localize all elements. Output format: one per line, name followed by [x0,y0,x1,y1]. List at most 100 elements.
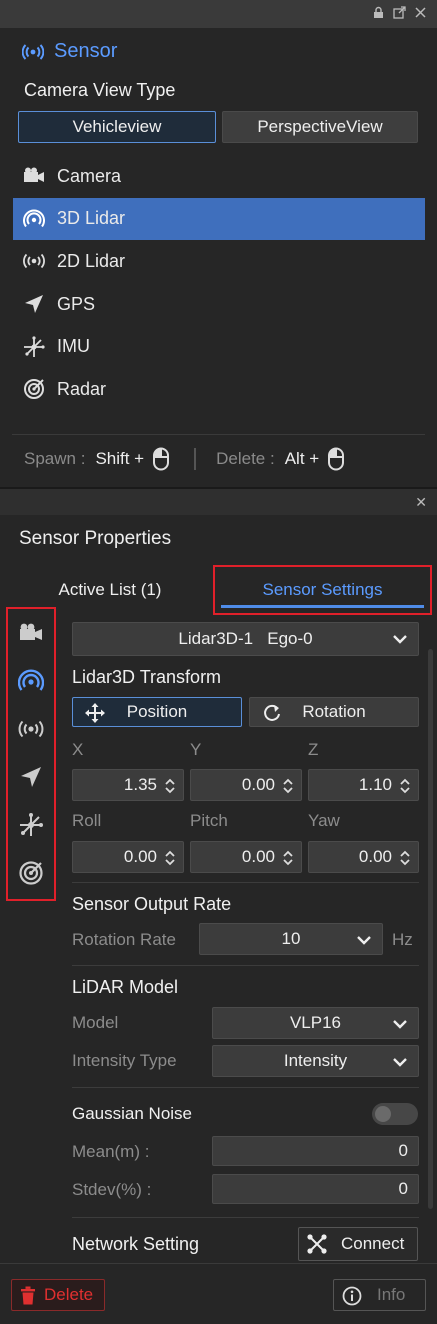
camera-view-type-label: Camera View Type [24,80,176,100]
intensity-type-dropdown[interactable]: Intensity [212,1045,419,1077]
output-rate-title: Sensor Output Rate [72,894,232,914]
info-button[interactable]: Info [333,1279,426,1311]
panel-title: Sensor Properties [19,528,172,549]
sensor-instance-dropdown[interactable]: Lidar3D-1 Ego-0 [72,622,419,656]
tab-underline [221,605,424,608]
sidebar-radar-icon[interactable] [8,857,54,889]
tab-sensor-settings[interactable]: Sensor Settings [213,565,432,615]
model-dropdown[interactable]: VLP16 [212,1007,419,1039]
chevron-down-icon [393,1020,407,1029]
gaussian-noise-title: Gaussian Noise [72,1104,193,1123]
sensor-item-label: Camera [57,165,122,186]
toggle-knob [375,1106,391,1122]
sensor-broadcast-icon [22,43,44,60]
chevron-down-icon [393,635,407,644]
stdev-value: 0 [398,1179,408,1198]
spinner-arrows-icon[interactable] [164,850,176,866]
lidar-model-title: LiDAR Model [72,977,179,997]
lock-icon[interactable] [372,6,385,19]
z-input[interactable]: 1.10 [308,769,419,801]
yaw-input[interactable]: 0.00 [308,841,419,873]
spinner-arrows-icon[interactable] [164,778,176,794]
rotation-button-label: Rotation [302,702,366,721]
sensor-item-label: 2D Lidar [57,250,126,271]
x-label: X [72,740,84,759]
panel-titlebar: ✕ [0,489,437,515]
network-setting-title: Network Setting [72,1234,200,1254]
mouse-left-click-icon [328,447,345,471]
delete-button[interactable]: Delete [11,1279,105,1311]
divider [72,882,419,883]
close-icon[interactable] [414,6,427,19]
pitch-label: Pitch [190,811,228,830]
panel-titlebar [0,0,437,28]
mouse-left-click-icon [153,447,170,471]
y-input[interactable]: 0.00 [190,769,302,801]
close-icon[interactable]: ✕ [415,494,427,511]
gaussian-noise-toggle[interactable] [372,1103,418,1125]
spinner-arrows-icon[interactable] [399,778,411,794]
y-label: Y [190,740,202,759]
rotation-rate-label: Rotation Rate [72,930,176,949]
rotation-rate-dropdown[interactable]: 10 [199,923,383,955]
popout-icon[interactable] [393,6,406,19]
sensor-item-imu[interactable]: IMU [13,325,425,368]
mean-value: 0 [398,1141,408,1160]
imu-icon [23,336,45,358]
perspectiveview-button[interactable]: PerspectiveView [222,111,418,143]
yaw-label: Yaw [308,811,340,830]
hz-unit: Hz [392,930,413,949]
sidebar-lidar-3d-icon[interactable] [8,665,54,697]
y-value: 0.00 [241,775,275,794]
rotation-button[interactable]: Rotation [249,697,419,727]
sidebar-camera-icon[interactable] [8,617,54,649]
spinner-arrows-icon[interactable] [282,850,294,866]
roll-input[interactable]: 0.00 [72,841,184,873]
shortcut-hints: Spawn : Shift + Delete : Alt + [24,447,345,471]
pitch-input[interactable]: 0.00 [190,841,302,873]
spawn-label: Spawn : [24,449,86,468]
scrollbar[interactable] [428,649,433,1209]
camera-icon [23,165,45,187]
stdev-input[interactable]: 0 [212,1174,419,1204]
sidebar-gps-icon[interactable] [8,761,54,793]
z-value: 1.10 [358,775,392,794]
lidar-2d-icon [23,250,45,272]
panel-title-text: Sensor [54,40,118,62]
sensor-item-2d-lidar[interactable]: 2D Lidar [13,240,425,283]
divider [0,1263,437,1264]
sensor-item-gps[interactable]: GPS [13,283,425,326]
info-button-label: Info [377,1285,406,1304]
position-button-label: Position [126,702,188,721]
sensor-item-radar[interactable]: Radar [13,368,425,411]
x-value: 1.35 [123,775,157,794]
network-nodes-icon [307,1234,327,1254]
yaw-value: 0.00 [358,847,392,866]
sidebar-imu-icon[interactable] [8,809,54,841]
connect-button[interactable]: Connect [298,1227,418,1261]
sensor-item-label: 3D Lidar [57,208,126,229]
sidebar-lidar-2d-icon[interactable] [8,713,54,745]
x-input[interactable]: 1.35 [72,769,184,801]
sensor-properties-panel: ✕ Sensor Properties Active List (1) Sens… [0,487,437,1324]
move-arrows-icon [85,703,105,723]
intensity-type-label: Intensity Type [72,1051,177,1070]
position-button[interactable]: Position [72,697,242,727]
dropdown-value: 10 [281,929,301,948]
divider [72,965,419,966]
delete-key: Alt + [284,449,320,468]
sensor-panel: Sensor Camera View Type Vehicleview Pers… [0,0,437,487]
spinner-arrows-icon[interactable] [399,850,411,866]
divider [72,1087,419,1088]
pitch-value: 0.00 [241,847,275,866]
sensor-item-3d-lidar[interactable]: 3D Lidar [13,197,425,241]
mean-input[interactable]: 0 [212,1136,419,1166]
roll-label: Roll [72,811,102,830]
panel-title: Sensor [22,40,117,63]
sensor-item-label: Radar [57,378,107,399]
delete-button-label: Delete [44,1285,94,1304]
sensor-item-camera[interactable]: Camera [13,155,425,198]
vehicleview-button[interactable]: Vehicleview [18,111,216,143]
spinner-arrows-icon[interactable] [282,778,294,794]
radar-icon [23,378,45,400]
